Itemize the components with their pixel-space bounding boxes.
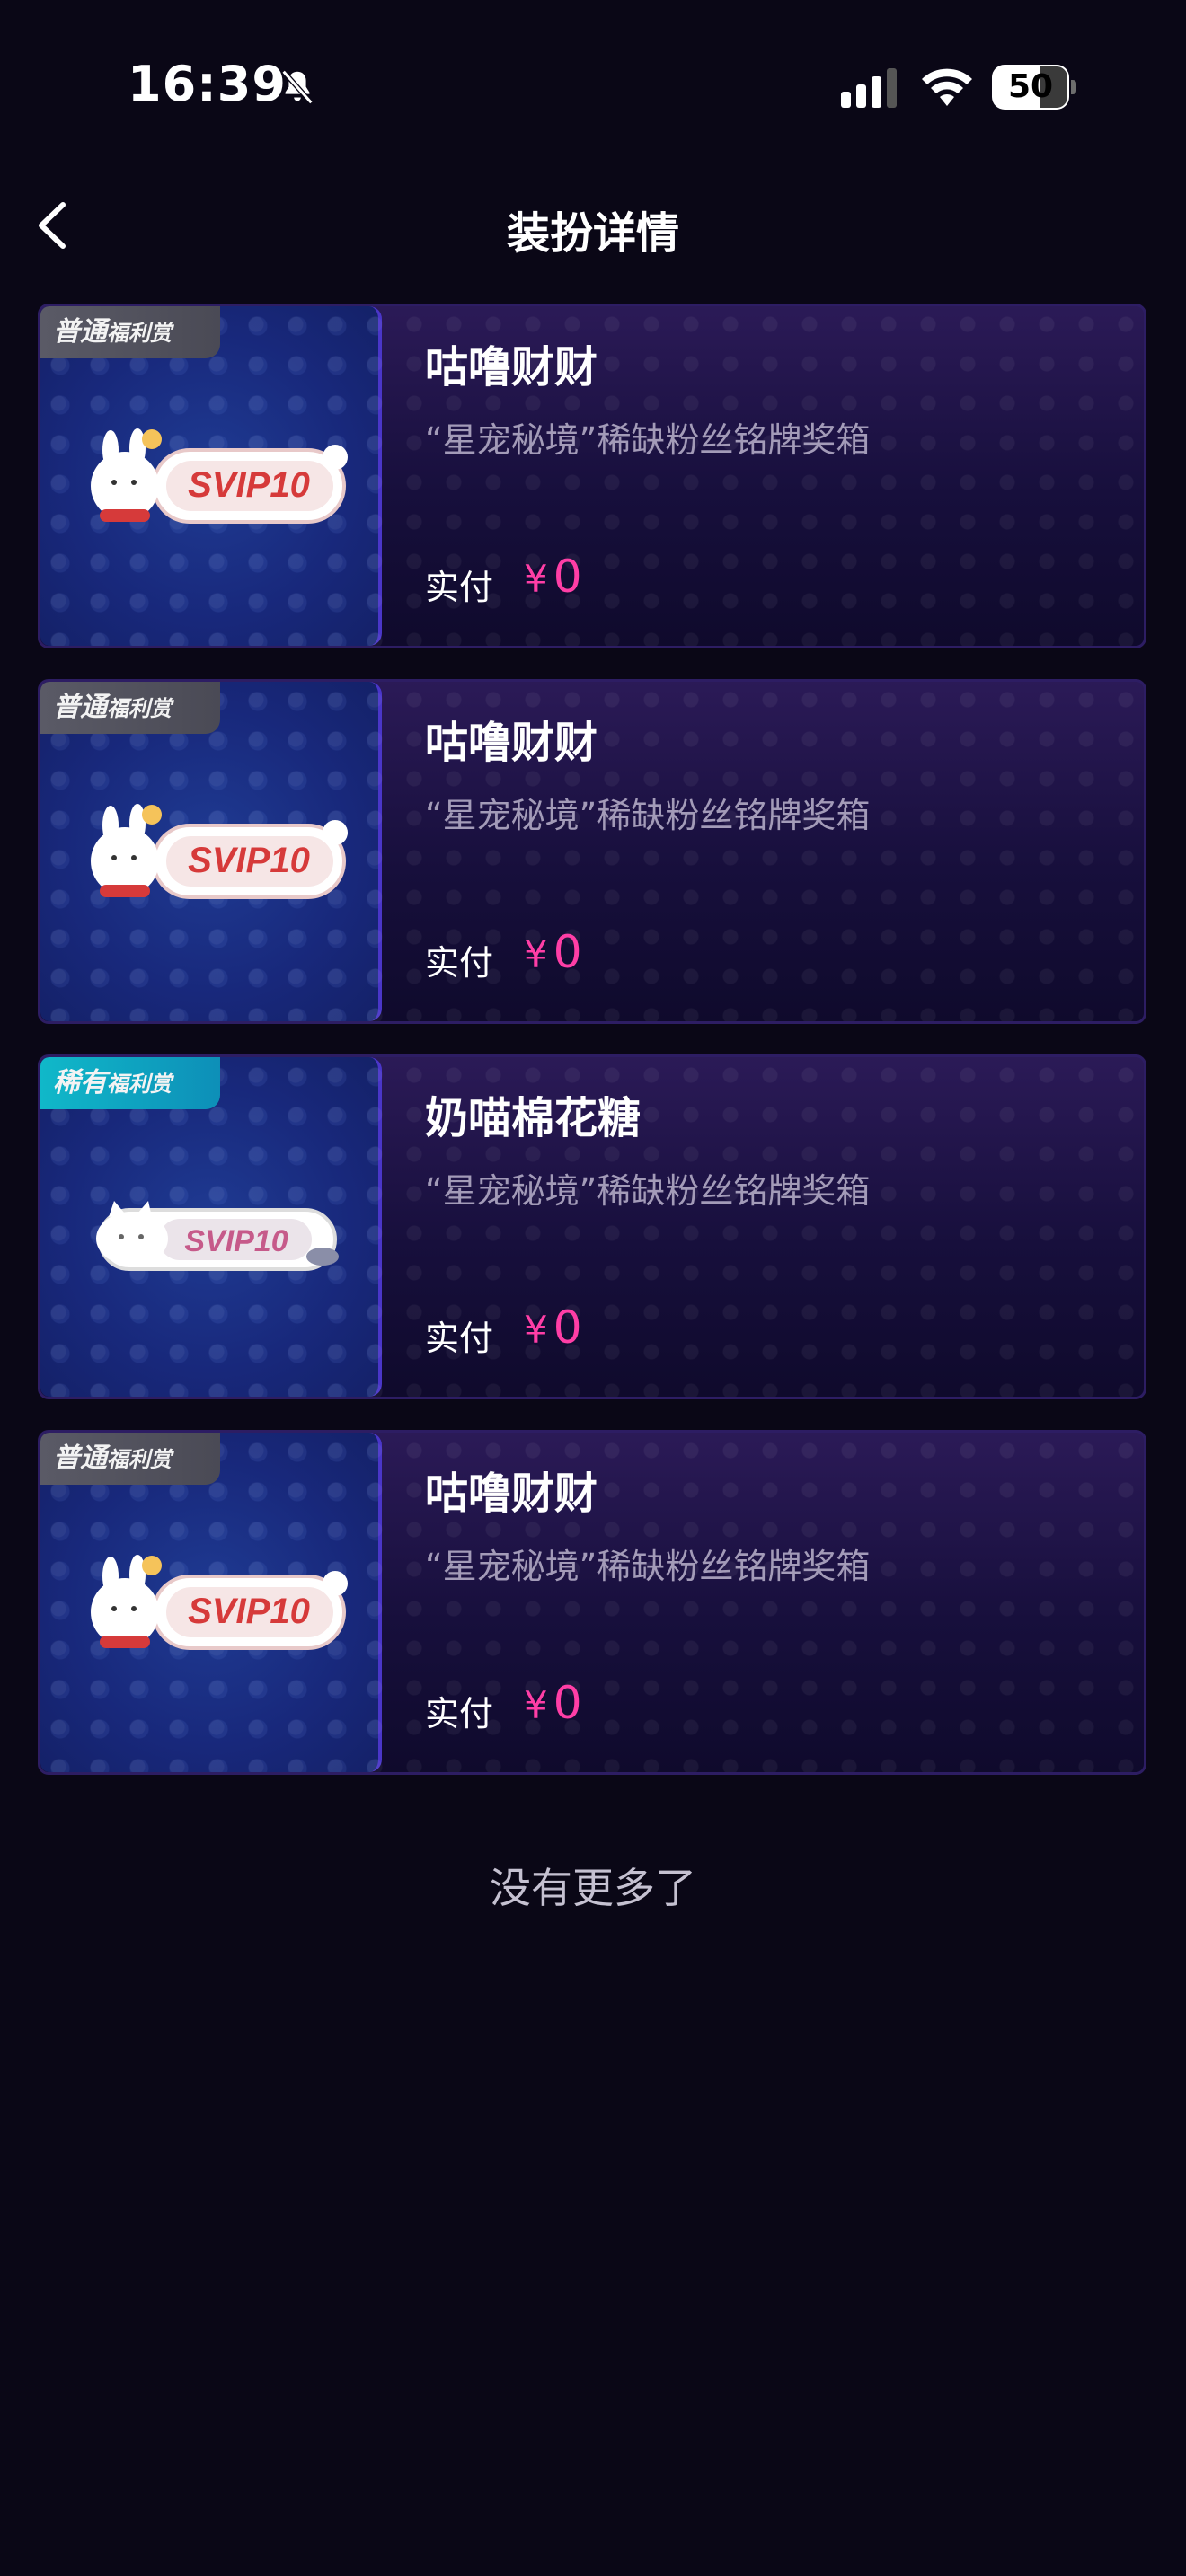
price-value: 0 bbox=[553, 1301, 582, 1354]
end-of-list-text: 没有更多了 bbox=[490, 1864, 696, 1912]
nav-header: 装扮详情 bbox=[0, 171, 1186, 278]
item-source: “星宠秘境”稀缺粉丝铭牌奖箱 bbox=[425, 420, 871, 460]
bell-muted-icon bbox=[281, 69, 314, 105]
fan-badge-art: SVIP10 bbox=[91, 428, 348, 524]
currency-symbol: ¥ bbox=[524, 1308, 548, 1352]
item-name: 咕噜财财 bbox=[425, 718, 598, 768]
paid-amount: ¥0 bbox=[524, 926, 582, 978]
paid-label: 实付 bbox=[425, 568, 494, 607]
page-title: 装扮详情 bbox=[506, 208, 679, 259]
paid-amount: ¥0 bbox=[524, 551, 582, 603]
item-thumbnail: 普通福利赏 SVIP10 bbox=[40, 1433, 382, 1772]
fan-badge-art: SVIP10 bbox=[96, 1201, 339, 1271]
item-info: 咕噜财财 “星宠秘境”稀缺粉丝铭牌奖箱 实付 ¥0 bbox=[425, 1433, 1126, 1772]
price-value: 0 bbox=[553, 1677, 582, 1729]
item-name: 奶喵棉花糖 bbox=[425, 1093, 642, 1143]
art-label: SVIP10 bbox=[184, 1224, 288, 1258]
outfit-card[interactable]: 稀有福利赏 SVIP10 奶喵棉花糖 “星宠秘境”稀缺粉丝铭牌奖箱 实付 ¥0 bbox=[38, 1054, 1146, 1399]
paid-label: 实付 bbox=[425, 1319, 494, 1358]
paid-amount: ¥0 bbox=[524, 1301, 582, 1354]
tier-badge: 普通福利赏 bbox=[40, 682, 220, 734]
item-name: 咕噜财财 bbox=[425, 342, 598, 393]
currency-symbol: ¥ bbox=[524, 1683, 548, 1727]
price-value: 0 bbox=[553, 551, 582, 603]
tier-badge: 普通福利赏 bbox=[40, 306, 220, 358]
art-label: SVIP10 bbox=[188, 841, 310, 880]
outfit-list: 普通福利赏 SVIP10 咕噜财财 “星宠秘境”稀缺粉丝铭牌奖箱 实付 ¥0 普 bbox=[38, 304, 1146, 1805]
status-time: 16:39 bbox=[128, 56, 287, 112]
art-label: SVIP10 bbox=[188, 465, 310, 505]
item-thumbnail: 普通福利赏 SVIP10 bbox=[40, 682, 382, 1021]
item-info: 咕噜财财 “星宠秘境”稀缺粉丝铭牌奖箱 实付 ¥0 bbox=[425, 306, 1126, 646]
art-label: SVIP10 bbox=[188, 1592, 310, 1631]
fan-badge-art: SVIP10 bbox=[91, 804, 348, 899]
fan-badge-art: SVIP10 bbox=[91, 1555, 348, 1650]
item-thumbnail: 普通福利赏 SVIP10 bbox=[40, 306, 382, 646]
currency-symbol: ¥ bbox=[524, 557, 548, 601]
outfit-card[interactable]: 普通福利赏 SVIP10 咕噜财财 “星宠秘境”稀缺粉丝铭牌奖箱 实付 ¥0 bbox=[38, 1430, 1146, 1775]
price-value: 0 bbox=[553, 926, 582, 978]
item-info: 咕噜财财 “星宠秘境”稀缺粉丝铭牌奖箱 实付 ¥0 bbox=[425, 682, 1126, 1021]
paid-amount: ¥0 bbox=[524, 1677, 582, 1729]
outfit-card[interactable]: 普通福利赏 SVIP10 咕噜财财 “星宠秘境”稀缺粉丝铭牌奖箱 实付 ¥0 bbox=[38, 679, 1146, 1024]
item-info: 奶喵棉花糖 “星宠秘境”稀缺粉丝铭牌奖箱 实付 ¥0 bbox=[425, 1057, 1126, 1397]
item-thumbnail: 稀有福利赏 SVIP10 bbox=[40, 1057, 382, 1397]
outfit-card[interactable]: 普通福利赏 SVIP10 咕噜财财 “星宠秘境”稀缺粉丝铭牌奖箱 实付 ¥0 bbox=[38, 304, 1146, 648]
wifi-icon bbox=[922, 68, 972, 106]
item-source: “星宠秘境”稀缺粉丝铭牌奖箱 bbox=[425, 1171, 871, 1211]
currency-symbol: ¥ bbox=[524, 932, 548, 976]
item-source: “星宠秘境”稀缺粉丝铭牌奖箱 bbox=[425, 1547, 871, 1586]
tier-badge: 稀有福利赏 bbox=[40, 1057, 220, 1109]
paid-label: 实付 bbox=[425, 1694, 494, 1734]
status-bar: 16:39 50 bbox=[0, 0, 1186, 135]
paid-label: 实付 bbox=[425, 943, 494, 983]
cellular-signal-icon bbox=[841, 68, 897, 108]
tier-badge: 普通福利赏 bbox=[40, 1433, 220, 1485]
item-name: 咕噜财财 bbox=[425, 1469, 598, 1519]
battery-level: 50 bbox=[1007, 68, 1054, 105]
item-source: “星宠秘境”稀缺粉丝铭牌奖箱 bbox=[425, 796, 871, 835]
battery-icon: 50 bbox=[992, 65, 1076, 110]
